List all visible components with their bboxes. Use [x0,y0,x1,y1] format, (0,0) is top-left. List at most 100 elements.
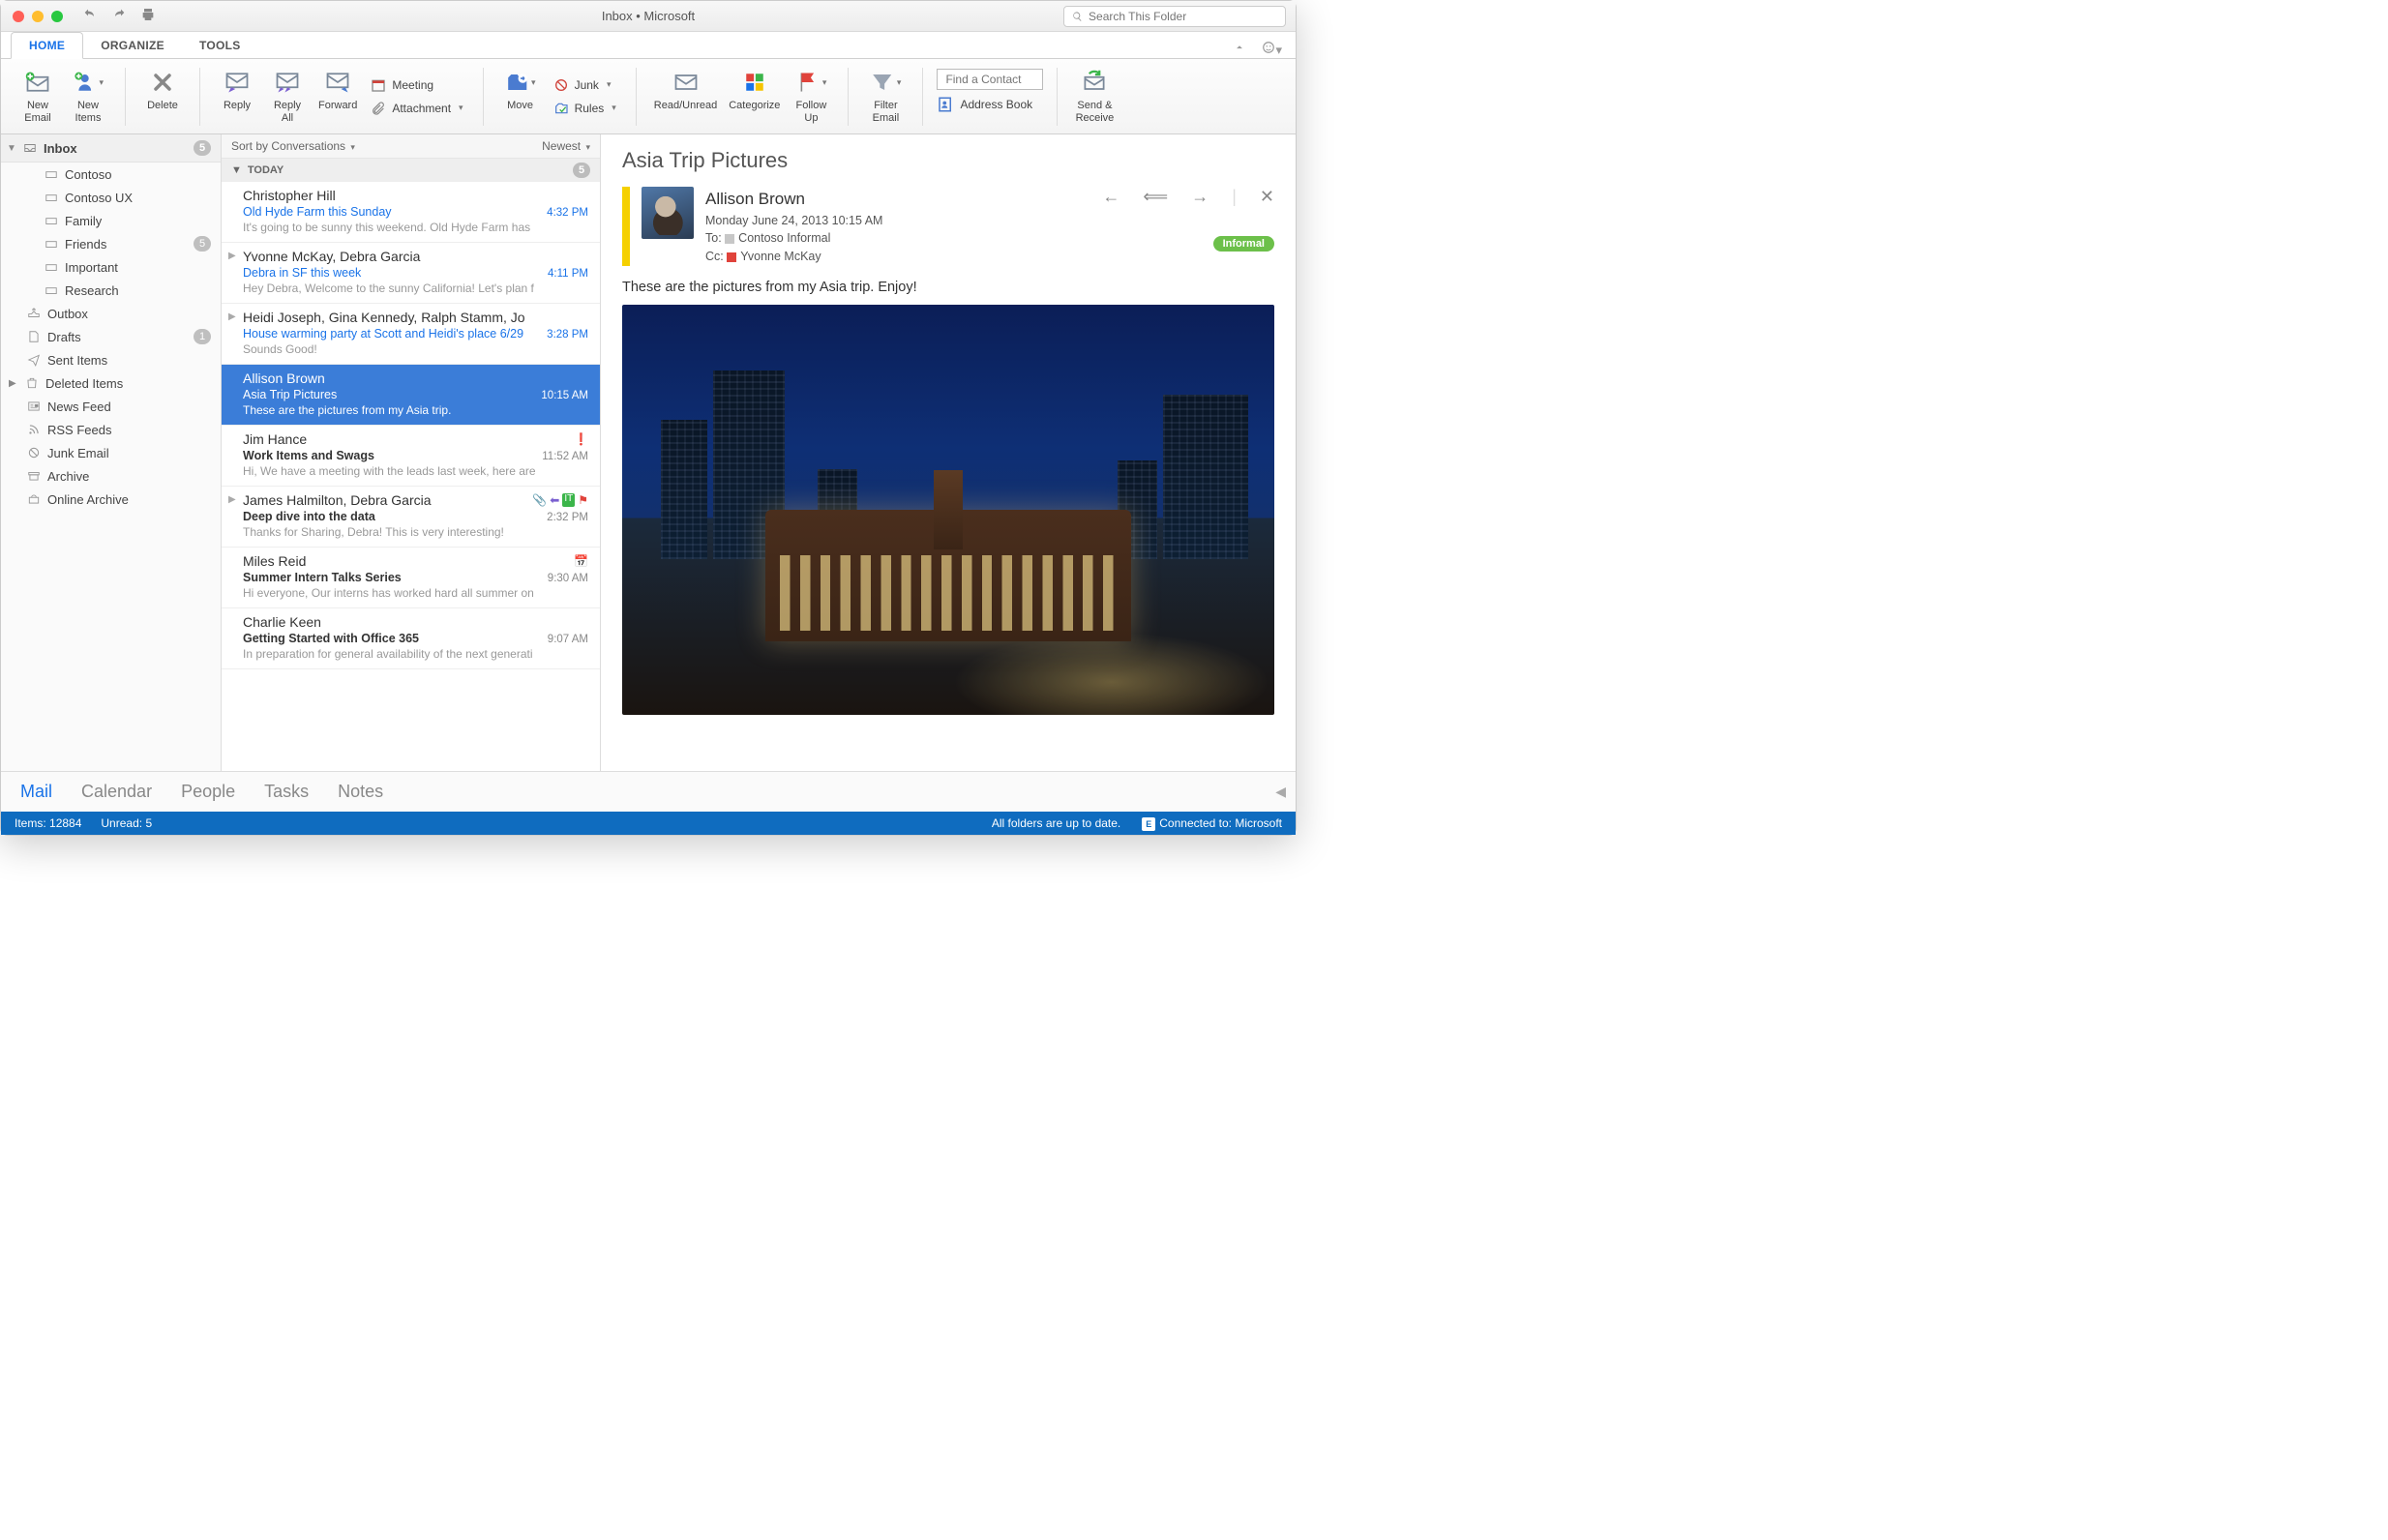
folder-rss[interactable]: RSS Feeds [1,418,221,441]
collapse-ribbon-icon[interactable] [1233,41,1246,58]
categorize-button[interactable]: Categorize [725,63,784,130]
filter-email-button[interactable]: ▾ Filter Email [862,63,909,130]
from-name: Allison Brown [705,187,1090,212]
close-window[interactable] [13,11,24,22]
message-item[interactable]: Allison BrownAsia Trip Pictures10:15 AMT… [222,365,600,426]
folder-contoso-ux[interactable]: Contoso UX [1,186,221,209]
day-separator[interactable]: ▼ TODAY 5 [222,159,600,182]
folder-label: Drafts [47,330,81,344]
follow-up-button[interactable]: ▾ Follow Up [788,63,834,130]
status-bar: Items: 12884 Unread: 5 All folders are u… [1,812,1296,835]
folder-research[interactable]: Research [1,279,221,302]
reply-all-label: Reply All [274,100,301,124]
attachment-button[interactable]: Attachment▾ [365,98,468,119]
sent-date: Monday June 24, 2013 10:15 AM [705,212,1090,230]
move-label: Move [507,100,533,112]
tab-home[interactable]: HOME [11,32,83,59]
folder-junk[interactable]: Junk Email [1,441,221,464]
nav-notes[interactable]: Notes [338,782,383,802]
folder-contoso[interactable]: Contoso [1,163,221,186]
module-switcher: Mail Calendar People Tasks Notes ◀ [1,771,1296,812]
folder-deleted[interactable]: ▶Deleted Items [1,371,221,395]
message-item[interactable]: ▶Yvonne McKay, Debra GarciaDebra in SF t… [222,243,600,304]
nav-mail[interactable]: Mail [20,782,52,802]
folder-family[interactable]: Family [1,209,221,232]
next-message-icon[interactable]: → [1191,187,1209,207]
reply-all-button[interactable]: Reply All [264,63,311,130]
find-contact-input[interactable] [937,69,1043,90]
category-tag[interactable]: Informal [1213,236,1274,252]
message-sender: Charlie Keen [243,614,321,630]
block-icon [26,445,42,460]
forward-button[interactable]: Forward [314,63,361,130]
move-button[interactable]: ▾ Move [497,63,544,130]
reply-all-nav-icon[interactable]: ⟸ [1143,187,1168,207]
tab-organize[interactable]: ORGANIZE [83,33,182,58]
junk-icon [553,77,569,93]
folder-drafts[interactable]: Drafts1 [1,325,221,348]
tray-icon [44,282,59,298]
search-folder[interactable] [1063,6,1286,27]
sort-by-dropdown[interactable]: Sort by Conversations ▾ [231,139,355,153]
day-count-badge: 5 [573,163,590,178]
folder-outbox[interactable]: Outbox [1,302,221,325]
order-dropdown[interactable]: Newest ▾ [542,139,590,153]
reading-subject: Asia Trip Pictures [622,148,1274,173]
minimize-window[interactable] [32,11,44,22]
send-receive-button[interactable]: Send & Receive [1071,63,1118,130]
new-items-button[interactable]: ▾ New Items [65,63,111,130]
close-message-icon[interactable]: ✕ [1260,187,1274,207]
message-subject: Debra in SF this week [243,266,361,280]
tray-icon [44,259,59,275]
tab-tools[interactable]: TOOLS [182,33,258,58]
folder-online-archive[interactable]: Online Archive [1,488,221,511]
message-subject: Work Items and Swags [243,449,374,462]
print-icon[interactable] [140,7,156,25]
folder-friends[interactable]: Friends5 [1,232,221,255]
chevron-down-icon: ▼ [7,143,16,154]
message-item[interactable]: Jim Hance❗Work Items and Swags11:52 AMHi… [222,426,600,487]
junk-button[interactable]: Junk▾ [548,74,622,96]
to-value: Contoso Informal [738,231,830,245]
redo-icon[interactable] [111,7,127,25]
message-item[interactable]: Miles Reid📅Summer Intern Talks Series9:3… [222,548,600,608]
message-image [622,305,1274,715]
message-item[interactable]: Charlie KeenGetting Started with Office … [222,608,600,669]
trash-icon [24,375,40,391]
folder-archive[interactable]: Archive [1,464,221,488]
meeting-button[interactable]: Meeting [365,74,468,96]
zoom-window[interactable] [51,11,63,22]
reply-button[interactable]: Reply [214,63,260,130]
rules-label: Rules [575,102,605,115]
message-subject: Deep dive into the data [243,510,375,523]
delete-button[interactable]: Delete [139,63,186,130]
send-receive-label: Send & Receive [1076,100,1115,124]
emoji-icon[interactable]: ▾ [1262,41,1282,58]
message-item[interactable]: ▶Heidi Joseph, Gina Kennedy, Ralph Stamm… [222,304,600,365]
status-items: Items: 12884 [15,816,81,830]
category-square-grey [725,234,734,244]
delete-label: Delete [147,100,178,112]
new-email-button[interactable]: New Email [15,63,61,130]
message-item[interactable]: ▶James Halmilton, Debra Garcia📎⬅IT⚑Deep … [222,487,600,548]
search-input[interactable] [1089,10,1277,23]
folder-label: Family [65,214,102,228]
nav-tasks[interactable]: Tasks [264,782,309,802]
message-preview: Hey Debra, Welcome to the sunny Californ… [243,281,588,295]
address-book-button[interactable]: Address Book [937,96,1043,113]
tray-icon [44,166,59,182]
folder-news[interactable]: News Feed [1,395,221,418]
collapse-nav-icon[interactable]: ◀ [1275,784,1286,800]
read-unread-button[interactable]: Read/Unread [650,63,721,130]
nav-people[interactable]: People [181,782,235,802]
tray-icon [44,213,59,228]
folder-sent[interactable]: Sent Items [1,348,221,371]
message-item[interactable]: Christopher HillOld Hyde Farm this Sunda… [222,182,600,243]
folder-important[interactable]: Important [1,255,221,279]
undo-icon[interactable] [82,7,98,25]
nav-calendar[interactable]: Calendar [81,782,152,802]
prev-message-icon[interactable]: ← [1102,187,1119,207]
folder-inbox[interactable]: ▼ Inbox 5 [1,134,221,163]
rules-button[interactable]: Rules▾ [548,98,622,119]
message-list: Sort by Conversations ▾ Newest ▾ ▼ TODAY… [222,134,601,771]
